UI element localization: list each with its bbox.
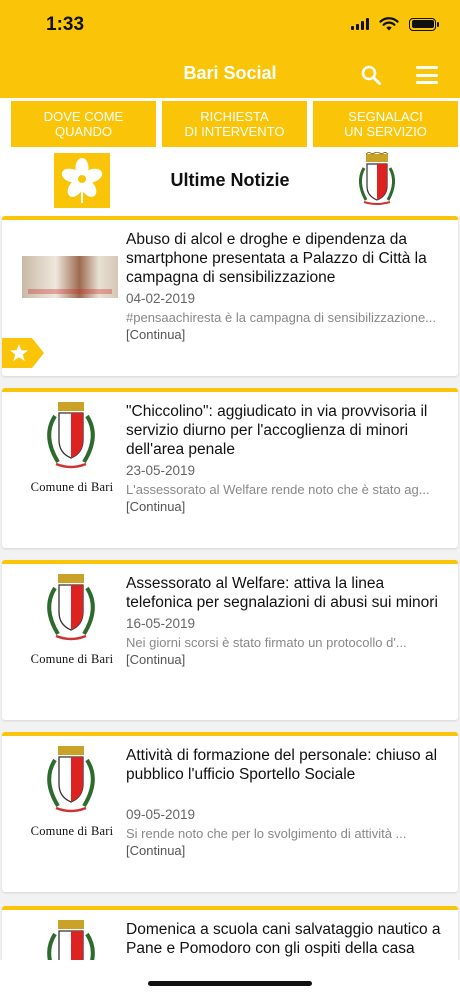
status-icons <box>351 17 439 31</box>
news-excerpt: Nei giorni scorsi è stato firmato un pro… <box>126 635 407 667</box>
cellular-signal-icon <box>351 18 369 30</box>
app-title: Bari Social <box>183 63 277 83</box>
richiesta-intervento-button[interactable]: RICHIESTA DI INTERVENTO <box>162 101 307 147</box>
news-headline: Abuso di alcol e droghe e dipendenza da … <box>126 231 427 286</box>
bari-crest-icon <box>47 746 95 813</box>
bari-crest-icon <box>47 402 95 469</box>
star-icon[interactable] <box>2 338 44 368</box>
news-card[interactable]: Comune di Bari Attività di formazione de… <box>2 732 458 892</box>
battery-icon <box>409 17 439 31</box>
news-date: 16-05-2019 <box>126 616 196 631</box>
continua-link[interactable]: [Continua] <box>126 499 185 514</box>
top-action-buttons: DOVE COME QUANDO RICHIESTA DI INTERVENTO… <box>11 101 458 147</box>
news-headline: Domenica a scuola cani salvataggio nauti… <box>126 921 441 957</box>
news-headline: Attività di formazione del personale: ch… <box>126 747 438 783</box>
news-excerpt: Si rende noto che per lo svolgimento di … <box>126 826 407 858</box>
continua-link[interactable]: [Continua] <box>126 327 185 342</box>
news-card[interactable]: Comune di Bari "Chiccolino": aggiudicato… <box>2 388 458 548</box>
news-thumbnail <box>22 256 118 298</box>
news-excerpt: L'assessorato al Welfare rende noto che … <box>126 482 430 514</box>
news-headline: Assessorato al Welfare: attiva la linea … <box>126 575 438 611</box>
comune-di-bari-label: Comune di Bari <box>30 652 114 666</box>
continua-link[interactable]: [Continua] <box>126 843 185 858</box>
comune-di-bari-label: Comune di Bari <box>30 480 114 494</box>
continua-link[interactable]: [Continua] <box>126 652 185 667</box>
news-headline: "Chiccolino": aggiudicato in via provvis… <box>126 403 428 458</box>
home-indicator[interactable] <box>148 981 312 986</box>
news-card[interactable]: Domenica a scuola cani salvataggio nauti… <box>2 906 458 960</box>
news-date: 04-02-2019 <box>126 291 196 306</box>
bari-crest-icon <box>47 920 95 960</box>
news-card[interactable]: Comune di Bari Assessorato al Welfare: a… <box>2 560 458 720</box>
app-header: 1:33 Bari Social <box>0 0 460 98</box>
search-icon[interactable] <box>360 64 382 86</box>
news-section-header: Ultime Notizie <box>0 150 460 210</box>
dove-come-quando-button[interactable]: DOVE COME QUANDO <box>11 101 156 147</box>
bari-crest-icon <box>47 574 95 641</box>
news-card[interactable]: Abuso di alcol e droghe e dipendenza da … <box>2 216 458 376</box>
hamburger-menu-icon[interactable] <box>416 66 438 84</box>
status-time: 1:33 <box>46 14 85 35</box>
bari-crest-icon <box>359 152 395 205</box>
news-date: 09-05-2019 <box>126 807 196 822</box>
comune-di-bari-label: Comune di Bari <box>30 824 114 838</box>
segnalaci-servizio-button[interactable]: SEGNALACI UN SERVIZIO <box>313 101 458 147</box>
news-excerpt: #pensaachiresta è la campagna di sensibi… <box>126 310 437 342</box>
news-feed[interactable]: Abuso di alcol e droghe e dipendenza da … <box>0 216 460 960</box>
news-date: 23-05-2019 <box>126 463 196 478</box>
wifi-icon <box>379 17 399 31</box>
